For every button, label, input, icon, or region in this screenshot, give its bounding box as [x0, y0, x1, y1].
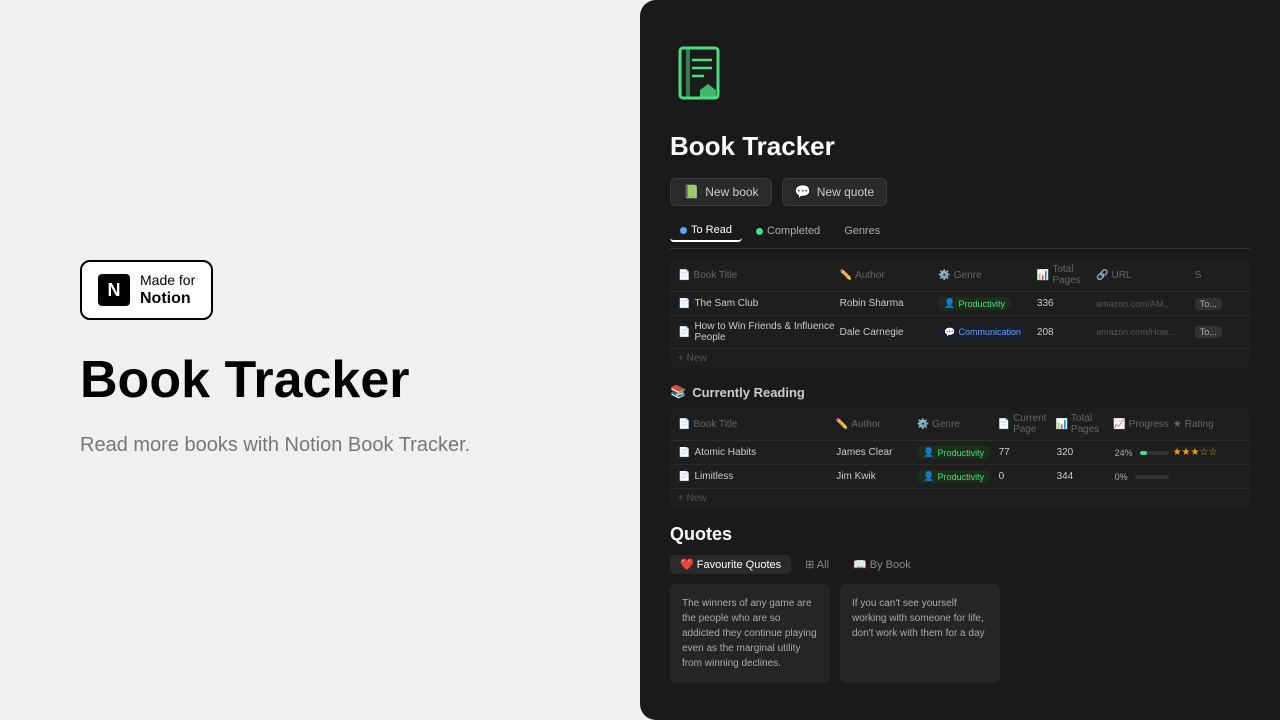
td-book-title-1: 📄 The Sam Club [678, 298, 836, 309]
td-author-2: Dale Carnegie [840, 327, 935, 338]
table-row: 📄 How to Win Friends & Influence People … [670, 316, 1250, 349]
cr-td-total-2: 344 [1057, 471, 1111, 482]
new-quote-label: New quote [817, 185, 874, 199]
quote-card-text-1: The winners of any game are the people w… [682, 596, 818, 671]
cr-td-author-1: James Clear [836, 447, 913, 458]
td-status-1: To... [1195, 298, 1242, 310]
quotes-cards: The winners of any game are the people w… [670, 584, 1250, 683]
cr-book-icon-2: 📄 [678, 471, 690, 482]
progress-bar [1140, 451, 1169, 455]
td-url-2: amazon.com/How... [1096, 327, 1191, 337]
quotes-tabs: ❤️ Favourite Quotes ⊞ All 📖 By Book [670, 555, 1250, 574]
new-quote-icon: 💬 [795, 184, 811, 200]
td-book-title-2: 📄 How to Win Friends & Influence People [678, 321, 836, 343]
tracker-title: Book Tracker [670, 131, 1250, 162]
new-quote-button[interactable]: 💬 New quote [782, 178, 888, 206]
notion-badge-text: Made for Notion [140, 272, 195, 308]
notion-label: Notion [140, 289, 195, 308]
cr-book-icon-1: 📄 [678, 447, 690, 458]
th-book-title: 📄 Book Title [678, 264, 836, 286]
th-status: S [1195, 264, 1242, 286]
td-pages-1: 336 [1037, 298, 1092, 309]
communication-tag: 💬 Communication [938, 326, 1027, 339]
quotes-title: Quotes [670, 524, 1250, 545]
completed-dot-icon [756, 228, 763, 235]
quote-card-text-2: If you can't see yourself working with s… [852, 596, 988, 641]
tab-to-read[interactable]: To Read [670, 220, 742, 242]
tab-completed-label: Completed [767, 225, 820, 237]
tab-all-quotes[interactable]: ⊞ All [795, 555, 839, 574]
th-total-pages: 📊 Total Pages [1037, 264, 1092, 286]
left-panel: N Made for Notion Book Tracker Read more… [0, 0, 640, 720]
currently-reading-header: 📄 Book Title ✏️ Author ⚙️ Genre 📄 Curren… [670, 408, 1250, 441]
cr-th-title: 📄 Book Title [678, 413, 832, 435]
tab-to-read-label: To Read [691, 224, 732, 236]
th-author: ✏️ Author [840, 264, 935, 286]
book-row-icon: 📄 [678, 298, 690, 309]
cr-th-current: 📄 Current Page [998, 413, 1052, 435]
cr-td-total-1: 320 [1057, 447, 1111, 458]
app-description: Read more books with Notion Book Tracker… [80, 430, 560, 460]
progress-bar-fill [1140, 451, 1147, 455]
cr-td-progress-2: 0% [1115, 472, 1169, 482]
new-book-button[interactable]: 📗 New book [670, 178, 772, 206]
cr-td-author-2: Jim Kwik [836, 471, 913, 482]
action-buttons-row: 📗 New book 💬 New quote [670, 178, 1250, 206]
quotes-section: Quotes ❤️ Favourite Quotes ⊞ All 📖 By Bo… [670, 524, 1250, 683]
cr-th-author: ✏️ Author [836, 413, 913, 435]
td-author-1: Robin Sharma [840, 298, 935, 309]
cr-td-genre-2: 👤 Productivity [917, 470, 994, 483]
tab-genres-label: Genres [844, 225, 880, 237]
cr-td-title-1: 📄 Atomic Habits [678, 447, 832, 458]
book-row-icon-2: 📄 [678, 327, 690, 338]
cr-td-current-1: 77 [999, 447, 1053, 458]
td-genre-2: 💬 Communication [938, 326, 1033, 339]
tab-favourite-quotes[interactable]: ❤️ Favourite Quotes [670, 555, 791, 574]
productivity-tag: 👤 Productivity [938, 297, 1011, 310]
cr-th-progress: 📈 Progress [1113, 413, 1168, 435]
new-book-label: New book [705, 185, 758, 199]
cr-td-title-2: 📄 Limitless [678, 471, 832, 482]
tab-completed[interactable]: Completed [746, 220, 830, 242]
currently-reading-heading: 📚 Currently Reading [670, 384, 1250, 400]
table-row: 📄 The Sam Club Robin Sharma 👤 Productivi… [670, 292, 1250, 316]
app-title: Book Tracker [80, 352, 560, 409]
tab-by-book[interactable]: 📖 By Book [843, 555, 921, 574]
reading-tabs: To Read Completed Genres [670, 220, 1250, 249]
notion-logo-icon: N [98, 274, 130, 306]
to-read-table: 📄 Book Title ✏️ Author ⚙️ Genre 📊 Total … [670, 259, 1250, 368]
table-row: 📄 Atomic Habits James Clear 👤 Productivi… [670, 441, 1250, 465]
to-read-header: 📄 Book Title ✏️ Author ⚙️ Genre 📊 Total … [670, 259, 1250, 292]
quote-card-1: The winners of any game are the people w… [670, 584, 830, 683]
cr-td-current-2: 0 [999, 471, 1053, 482]
table-row: 📄 Limitless Jim Kwik 👤 Productivity 0 34… [670, 465, 1250, 489]
right-panel: Book Tracker 📗 New book 💬 New quote To R… [640, 0, 1280, 720]
cr-td-rating-1: ★★★☆☆ [1173, 447, 1242, 458]
td-genre-1: 👤 Productivity [938, 297, 1033, 310]
cr-th-total: 📊 Total Pages [1055, 413, 1109, 435]
td-pages-2: 208 [1037, 327, 1092, 338]
td-url-1: amazon.com/AM... [1096, 299, 1191, 309]
cr-th-rating: ★ Rating [1173, 413, 1242, 435]
quote-card-2: If you can't see yourself working with s… [840, 584, 1000, 683]
book-tracker-icon [670, 40, 1250, 131]
cr-td-genre-1: 👤 Productivity [917, 446, 994, 459]
th-url: 🔗 URL [1096, 264, 1191, 286]
made-for-label: Made for [140, 272, 195, 289]
add-new-to-read[interactable]: + New [670, 349, 1250, 368]
new-book-icon: 📗 [683, 184, 699, 200]
currently-reading-table: 📄 Book Title ✏️ Author ⚙️ Genre 📄 Curren… [670, 408, 1250, 508]
add-new-currently-reading[interactable]: + New [670, 489, 1250, 508]
tab-genres[interactable]: Genres [834, 220, 890, 242]
currently-reading-icon: 📚 [670, 384, 686, 400]
progress-bar-2 [1135, 475, 1169, 479]
td-status-2: To... [1195, 326, 1242, 338]
cr-productivity-tag-1: 👤 Productivity [917, 446, 990, 459]
cr-productivity-tag-2: 👤 Productivity [917, 470, 990, 483]
to-read-dot-icon [680, 227, 687, 234]
cr-th-genre: ⚙️ Genre [917, 413, 994, 435]
th-genre: ⚙️ Genre [938, 264, 1033, 286]
cr-td-progress-1: 24% [1115, 448, 1169, 458]
notion-badge: N Made for Notion [80, 260, 213, 320]
